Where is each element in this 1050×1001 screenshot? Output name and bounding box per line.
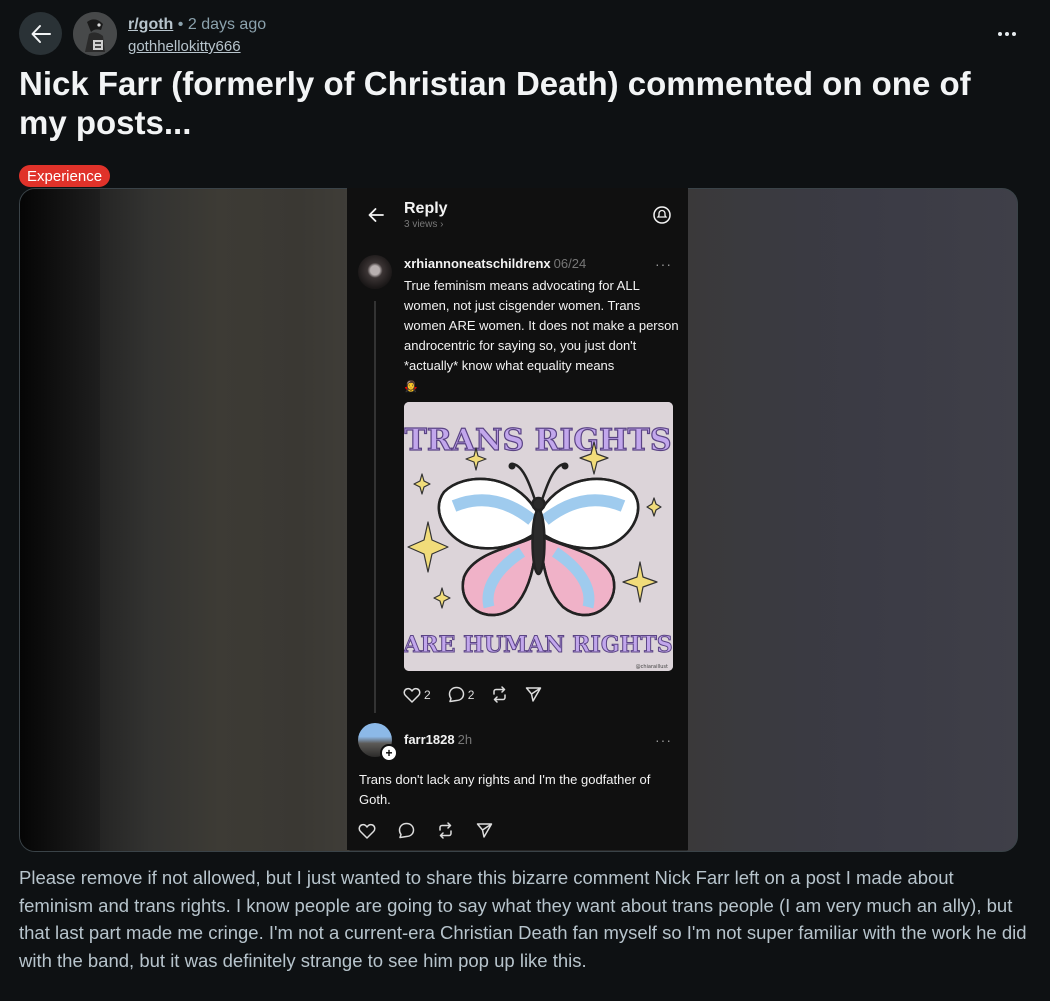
subreddit-link[interactable]: r/goth xyxy=(128,16,173,33)
comment1-text: True feminism means advocating for ALL w… xyxy=(404,278,679,393)
comment2-username: farr1828 2h xyxy=(404,732,473,747)
reply-button[interactable]: 2 xyxy=(448,686,475,703)
send-icon[interactable] xyxy=(476,822,493,839)
screenshot-views: 3 views › xyxy=(404,219,444,230)
post-body: Please remove if not allowed, but I just… xyxy=(19,867,1027,971)
comment1-username: xrhiannoneatschildrenx 06/24 xyxy=(404,256,587,271)
post-meta: r/goth • 2 days ago gothhellokitty666 xyxy=(128,15,266,57)
media-blur-background xyxy=(20,189,100,851)
arrow-left-icon xyxy=(31,24,51,43)
more-horizontal-icon: ··· xyxy=(655,256,672,272)
more-horizontal-icon: ··· xyxy=(655,732,672,748)
comment2-text: Trans don't lack any rights and I'm the … xyxy=(359,772,651,807)
notification-bell-icon xyxy=(653,206,671,224)
like-button[interactable]: 2 xyxy=(403,687,431,703)
post-flair[interactable]: Experience xyxy=(19,165,111,187)
repost-icon[interactable] xyxy=(437,822,454,839)
follow-plus-icon[interactable]: + xyxy=(380,744,398,762)
send-icon xyxy=(526,687,542,702)
avatar xyxy=(358,255,392,289)
meta-separator: • xyxy=(177,16,184,33)
comment-bubble-icon[interactable] xyxy=(398,822,415,839)
comment2-actions xyxy=(358,822,493,839)
image-text-bottom: ARE HUMAN RIGHTS xyxy=(404,632,673,658)
like-count: 2 xyxy=(424,687,431,702)
comment1-actions: 2 2 xyxy=(403,686,542,703)
reply-count: 2 xyxy=(467,687,475,702)
more-options-button[interactable] xyxy=(992,26,1022,42)
repost-icon xyxy=(493,686,507,703)
comment2-date: 2h xyxy=(457,732,473,747)
thread-line xyxy=(374,301,376,713)
arrow-left-icon xyxy=(368,208,384,222)
trans-rights-image: TRANS RIGHTS ARE HUMAN RIGHTS @chiaraill… xyxy=(404,402,673,671)
image-text-top: TRANS RIGHTS xyxy=(405,423,672,458)
comment-bubble-icon xyxy=(448,686,464,703)
comment1-date: 06/24 xyxy=(553,256,587,271)
author-link[interactable]: gothhellokitty666 xyxy=(128,37,266,57)
subreddit-avatar[interactable] xyxy=(73,12,117,56)
repost-button[interactable] xyxy=(491,686,508,703)
post-time: 2 days ago xyxy=(187,16,267,33)
share-button[interactable] xyxy=(525,686,542,703)
heart-icon[interactable] xyxy=(358,823,376,839)
screenshot-header-title: Reply xyxy=(404,200,448,217)
post-title: Nick Farr (formerly of Christian Death) … xyxy=(19,65,971,141)
more-horizontal-icon xyxy=(998,32,1002,36)
vampire-emoji: 🧛‍♀️ xyxy=(404,381,418,393)
image-credit: @chiaraillust xyxy=(636,664,668,670)
back-button[interactable] xyxy=(19,12,62,55)
embedded-screenshot: Reply 3 views › xrhiannoneatschildrenx 06… xyxy=(347,188,688,850)
heart-icon xyxy=(403,687,421,703)
